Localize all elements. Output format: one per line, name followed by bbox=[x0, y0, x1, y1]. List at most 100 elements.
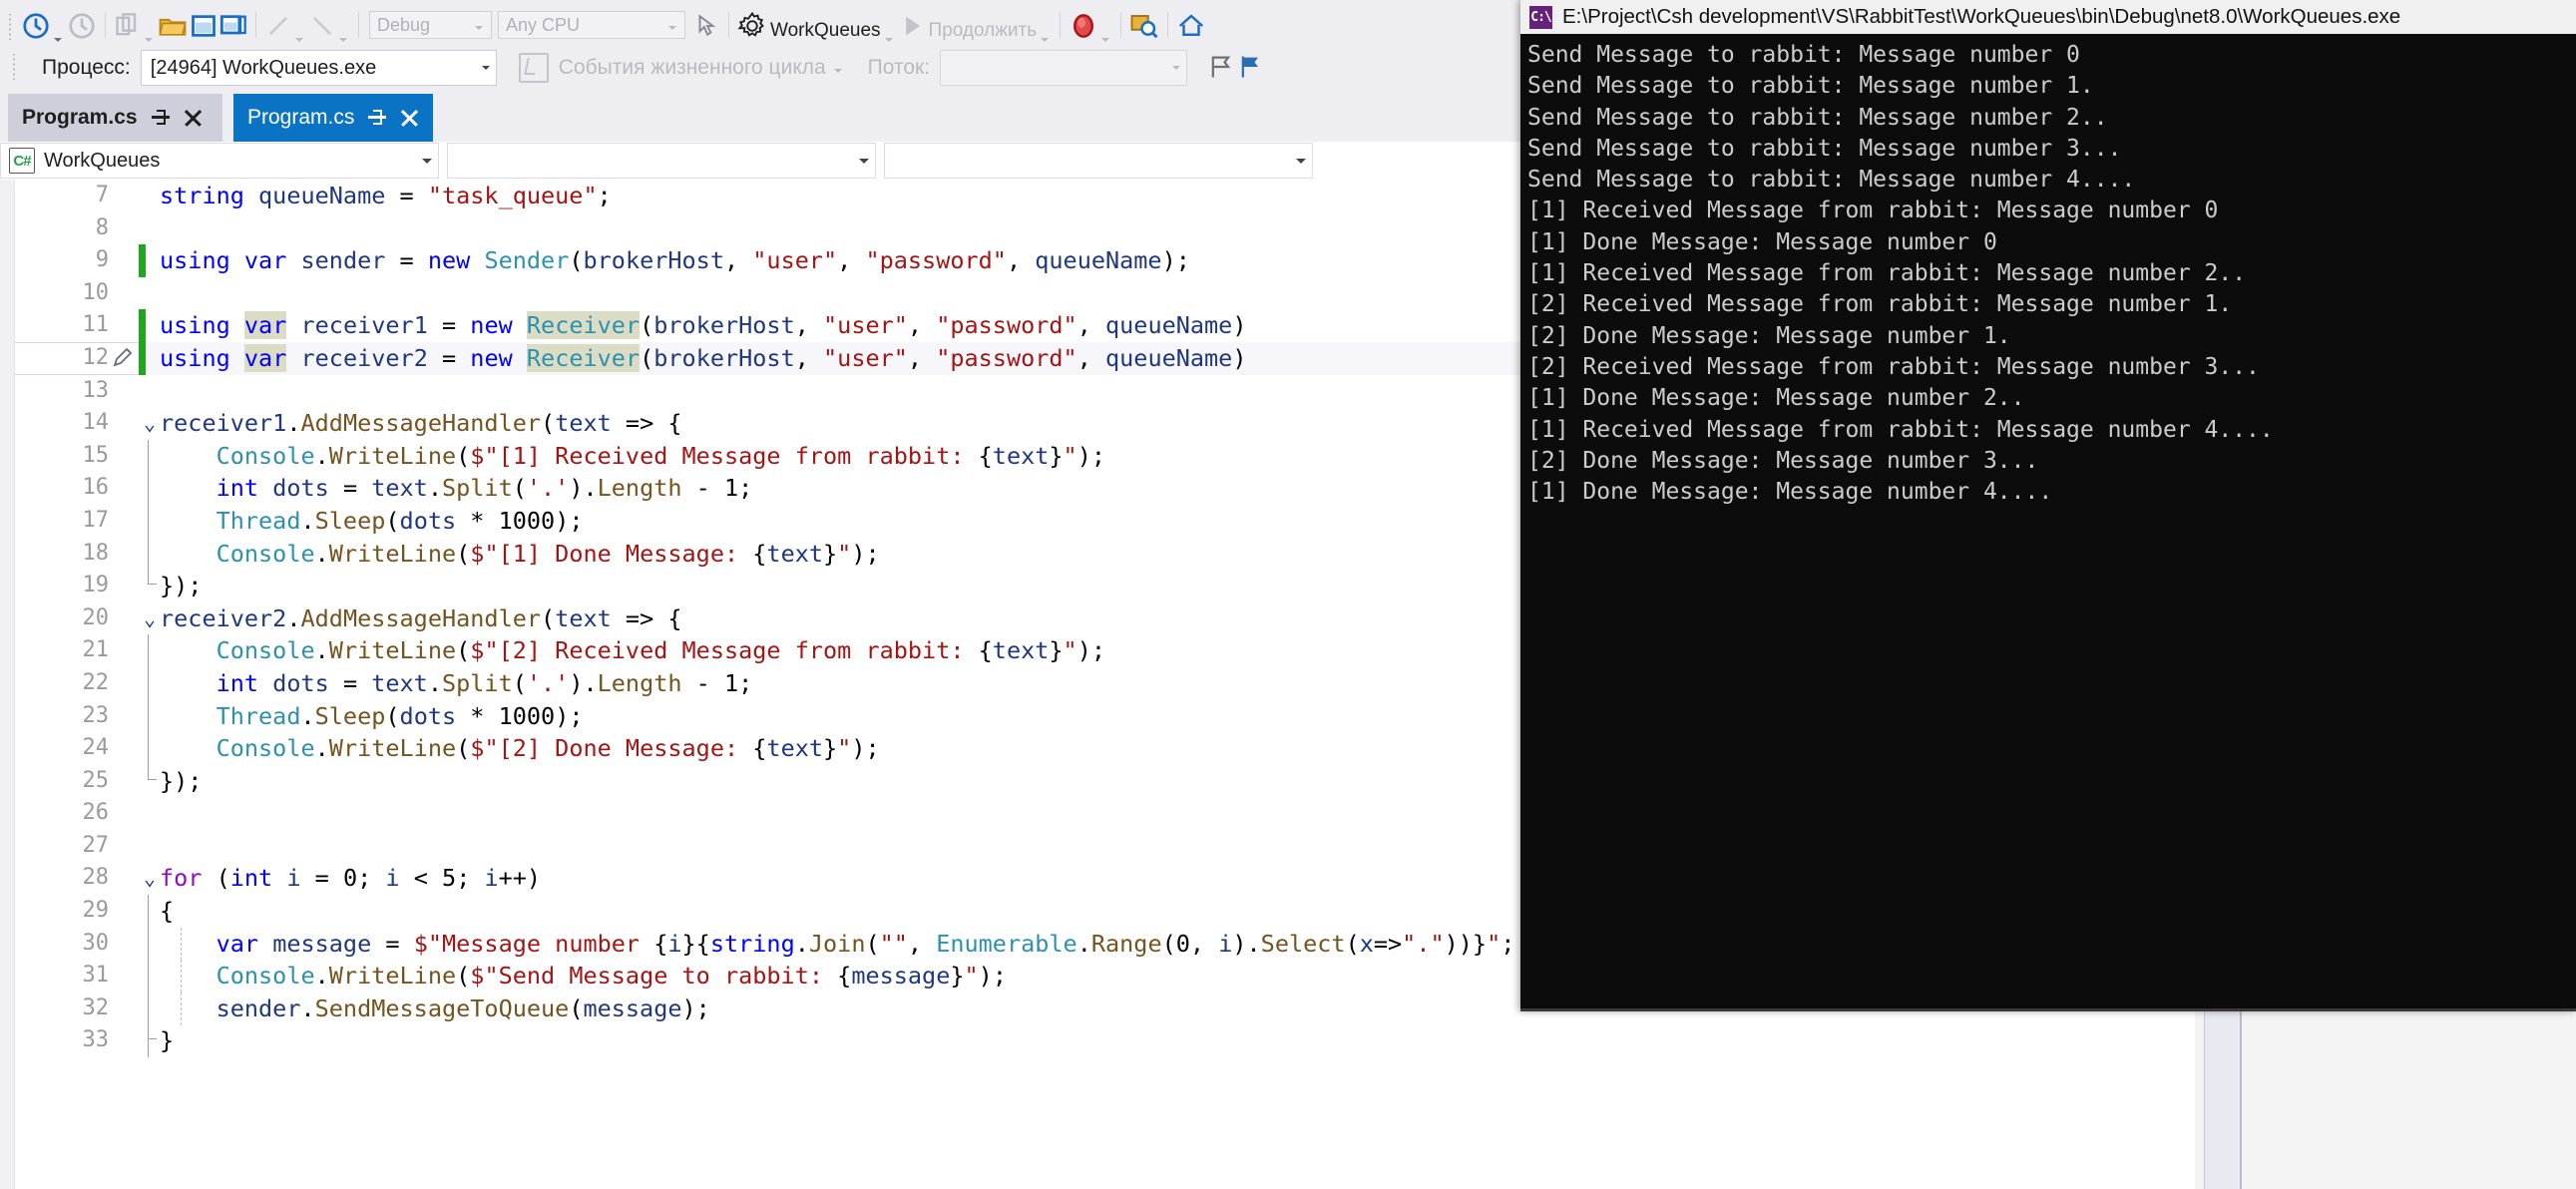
line-number: 15 bbox=[14, 440, 109, 473]
type-dropdown[interactable] bbox=[447, 143, 876, 179]
flag-filled-icon[interactable] bbox=[1237, 53, 1265, 81]
console-line: Send Message to rabbit: Message number 1… bbox=[1527, 71, 2576, 102]
glyph-margin[interactable] bbox=[109, 407, 139, 440]
fold-collapse-icon[interactable]: ⌄ bbox=[144, 862, 156, 895]
console-line: Send Message to rabbit: Message number 4… bbox=[1527, 165, 2576, 196]
glyph-margin[interactable] bbox=[109, 440, 139, 473]
change-bar-none bbox=[139, 277, 146, 310]
close-icon[interactable] bbox=[184, 109, 202, 127]
split-window-icon[interactable] bbox=[219, 12, 247, 40]
fold-collapse-icon[interactable]: ⌄ bbox=[144, 602, 156, 635]
line-number: 22 bbox=[14, 667, 109, 700]
glyph-margin[interactable] bbox=[109, 992, 139, 1025]
close-icon[interactable] bbox=[400, 109, 418, 127]
change-bar-none bbox=[139, 797, 146, 830]
glyph-margin[interactable] bbox=[109, 309, 139, 342]
glyph-margin[interactable] bbox=[109, 732, 139, 765]
glyph-margin[interactable] bbox=[109, 505, 139, 538]
process-dropdown[interactable]: [24964] WorkQueues.exe bbox=[141, 50, 497, 86]
glyph-margin[interactable] bbox=[109, 277, 139, 310]
tab-program-cs-2[interactable]: Program.cs bbox=[233, 94, 433, 142]
step-into-icon[interactable] bbox=[264, 12, 292, 40]
flag-outline-icon[interactable] bbox=[1207, 53, 1235, 81]
indent-guide bbox=[148, 700, 149, 733]
indent-guide bbox=[148, 960, 149, 992]
pin-icon[interactable] bbox=[368, 109, 386, 127]
solution-configuration-value: Debug bbox=[377, 15, 430, 36]
console-title-bar[interactable]: C:\ E:\Project\Csh development\VS\Rabbit… bbox=[1520, 0, 2576, 34]
glyph-margin[interactable] bbox=[109, 602, 139, 635]
glyph-margin[interactable] bbox=[109, 667, 139, 700]
glyph-margin[interactable] bbox=[109, 634, 139, 667]
code-line[interactable]: 33} bbox=[14, 1024, 2195, 1057]
csharp-icon: C# bbox=[9, 148, 35, 174]
toolbar-separator-6 bbox=[1120, 12, 1121, 38]
glyph-margin[interactable] bbox=[109, 830, 139, 863]
continue-play-icon[interactable] bbox=[898, 12, 926, 40]
stop-debugging-icon[interactable] bbox=[1069, 12, 1098, 40]
indent-guide bbox=[148, 634, 149, 667]
show-threads-button[interactable] bbox=[114, 12, 142, 40]
show-next-statement-icon[interactable] bbox=[1129, 12, 1159, 40]
attach-cursor-icon[interactable] bbox=[692, 12, 720, 40]
change-bar-saved bbox=[139, 309, 146, 342]
glyph-margin[interactable] bbox=[109, 700, 139, 733]
step-back-button[interactable] bbox=[21, 12, 51, 40]
console-line: Send Message to rabbit: Message number 0 bbox=[1527, 40, 2576, 71]
project-dropdown-value: WorkQueues bbox=[44, 150, 160, 173]
fold-end-marker bbox=[148, 765, 157, 780]
solution-configuration-dropdown[interactable]: Debug bbox=[369, 11, 492, 39]
change-bar-none bbox=[139, 375, 146, 408]
tab-program-cs-1[interactable]: Program.cs bbox=[8, 94, 222, 142]
step-out-icon[interactable] bbox=[308, 12, 336, 40]
line-number: 19 bbox=[14, 570, 109, 602]
console-line: [2] Received Message from rabbit: Messag… bbox=[1527, 352, 2576, 383]
indent-guide bbox=[148, 1024, 149, 1057]
console-bottom-edge bbox=[1520, 1008, 2576, 1011]
glyph-margin[interactable] bbox=[109, 570, 139, 602]
fold-collapse-icon[interactable]: ⌄ bbox=[144, 407, 156, 440]
glyph-margin[interactable] bbox=[109, 244, 139, 277]
console-line: Send Message to rabbit: Message number 2… bbox=[1527, 103, 2576, 134]
console-app-icon: C:\ bbox=[1529, 6, 1552, 29]
glyph-margin[interactable] bbox=[109, 472, 139, 505]
settings-gear-icon[interactable] bbox=[737, 12, 767, 40]
glyph-margin[interactable] bbox=[109, 342, 139, 375]
lifecycle-events-icon bbox=[519, 53, 549, 83]
project-dropdown[interactable]: C# WorkQueues bbox=[0, 143, 439, 179]
glyph-margin[interactable] bbox=[109, 928, 139, 961]
lifecycle-caret-icon[interactable] bbox=[834, 69, 842, 73]
toolbar-separator-5 bbox=[1060, 12, 1061, 38]
glyph-margin[interactable] bbox=[109, 1024, 139, 1057]
lifecycle-events-label[interactable]: События жизненного цикла bbox=[559, 56, 826, 80]
open-folder-icon[interactable] bbox=[158, 12, 188, 40]
glyph-margin[interactable] bbox=[109, 797, 139, 830]
glyph-margin[interactable] bbox=[109, 538, 139, 571]
glyph-margin[interactable] bbox=[109, 862, 139, 895]
solution-platform-dropdown[interactable]: Any CPU bbox=[498, 11, 685, 39]
chevron-down-icon bbox=[859, 159, 869, 164]
member-dropdown[interactable] bbox=[884, 143, 1313, 179]
glyph-margin[interactable] bbox=[109, 765, 139, 798]
new-window-icon[interactable] bbox=[190, 12, 217, 40]
quick-actions-pencil-icon[interactable] bbox=[111, 346, 135, 370]
continue-label[interactable]: Продолжить bbox=[927, 20, 1040, 42]
startup-project-label[interactable]: WorkQueues bbox=[768, 20, 883, 42]
line-number: 20 bbox=[14, 602, 109, 635]
console-window[interactable]: C:\ E:\Project\Csh development\VS\Rabbit… bbox=[1520, 0, 2576, 1011]
glyph-margin[interactable] bbox=[109, 960, 139, 992]
console-line: [1] Received Message from rabbit: Messag… bbox=[1527, 415, 2576, 446]
step-forward-button[interactable] bbox=[67, 12, 97, 40]
glyph-margin[interactable] bbox=[109, 895, 139, 928]
pin-icon[interactable] bbox=[152, 109, 170, 127]
console-line: [1] Done Message: Message number 0 bbox=[1527, 227, 2576, 258]
glyph-margin[interactable] bbox=[109, 375, 139, 408]
toolbar-grip-2[interactable] bbox=[10, 54, 20, 80]
process-dropdown-value: [24964] WorkQueues.exe bbox=[151, 57, 376, 80]
fold-end-marker bbox=[148, 1024, 157, 1039]
toolbar-grip-1[interactable] bbox=[6, 14, 16, 40]
home-icon[interactable] bbox=[1176, 12, 1206, 40]
thread-dropdown[interactable] bbox=[940, 50, 1187, 86]
glyph-margin[interactable] bbox=[109, 180, 139, 212]
glyph-margin[interactable] bbox=[109, 212, 139, 245]
